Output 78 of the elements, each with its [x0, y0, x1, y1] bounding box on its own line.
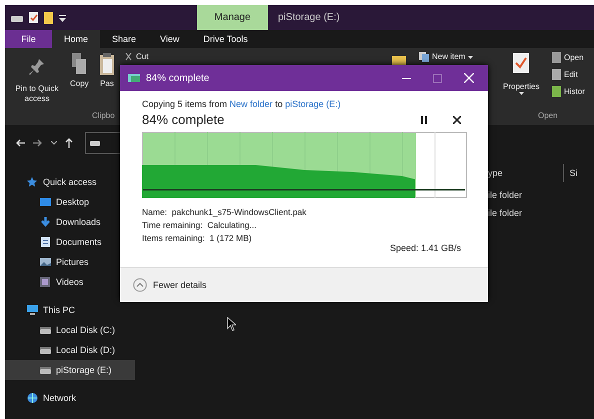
column-header[interactable]: ype [488, 168, 503, 178]
folder-icon[interactable] [44, 12, 53, 24]
paste-button[interactable]: Pas [100, 53, 114, 89]
cut-button[interactable]: Cut [125, 52, 148, 62]
properties-button[interactable]: Properties [503, 53, 540, 95]
window-title: piStorage (E:) [278, 12, 340, 23]
network-icon [27, 393, 38, 403]
video-icon [40, 277, 51, 287]
destination-link[interactable]: piStorage (E:) [285, 99, 341, 109]
download-icon [40, 217, 51, 227]
scissors-icon [125, 52, 132, 62]
desktop-icon [40, 197, 51, 207]
pin-icon [29, 58, 45, 76]
sidebar-item[interactable]: Local Disk (C:) [5, 320, 135, 340]
star-icon [27, 177, 38, 187]
pin-button[interactable]: Pin to Quick access [11, 58, 63, 104]
sidebar-item[interactable]: This PC [5, 300, 135, 320]
folder-icon [392, 56, 406, 66]
open-item-button[interactable]: Histor [552, 86, 585, 97]
chevron-up-icon [133, 278, 147, 292]
sidebar-item[interactable]: Downloads [5, 212, 135, 232]
file-menu-tab[interactable]: File [5, 30, 52, 48]
ribbon-tab[interactable]: Home [52, 30, 100, 48]
drive-icon [40, 345, 51, 355]
dialog-title: 84% complete [146, 72, 210, 84]
maximize-icon [433, 74, 442, 82]
up-icon[interactable] [65, 138, 73, 148]
picture-icon [40, 257, 51, 267]
sidebar-item[interactable]: Quick access [5, 172, 135, 192]
context-tab[interactable]: Manage [197, 5, 268, 30]
table-cell: ile folder [488, 190, 522, 200]
drive-icon [40, 325, 51, 335]
caret-icon [468, 56, 474, 58]
ribbon-tab[interactable]: View [148, 30, 192, 48]
group-label: Open [538, 111, 558, 120]
sidebar-item[interactable]: Network [5, 388, 135, 408]
ribbon-tab[interactable]: Drive Tools [191, 30, 260, 48]
copy-progress-icon [128, 74, 140, 82]
computer-icon [27, 305, 38, 315]
pause-icon[interactable] [421, 116, 427, 124]
sidebar-item[interactable]: Videos [5, 272, 135, 292]
progress-heading: 84% complete [142, 112, 226, 127]
dropdown-icon[interactable] [59, 14, 66, 22]
table-cell: ile folder [488, 208, 522, 218]
sidebar-item[interactable]: Local Disk (D:) [5, 340, 135, 360]
checklist-icon[interactable] [29, 12, 38, 23]
details-toggle[interactable]: Fewer details [133, 278, 207, 292]
source-link[interactable]: New folder [230, 99, 273, 109]
ribbon-tab[interactable]: Share [100, 30, 148, 48]
speed-label: Speed: 1.41 GB/s [390, 243, 462, 253]
chevron-down-icon[interactable] [51, 140, 57, 144]
document-icon [40, 237, 51, 247]
close-icon[interactable] [453, 116, 461, 124]
column-header[interactable]: Si [570, 168, 578, 178]
detail-line: Time remaining: Calculating... [142, 219, 258, 232]
group-label: Clipbo [92, 111, 115, 120]
clipboard-icon [100, 53, 114, 75]
back-icon[interactable] [15, 138, 25, 146]
open-item-button[interactable]: Open [552, 52, 584, 63]
drive-icon [40, 365, 51, 375]
properties-icon [513, 53, 530, 73]
sidebar-item[interactable]: piStorage (E:) [5, 360, 135, 380]
sidebar-item[interactable]: Pictures [5, 252, 135, 272]
mouse-cursor-icon [227, 317, 236, 331]
drive-icon [90, 140, 100, 146]
sidebar-item[interactable]: Documents [5, 232, 135, 252]
caret-icon [518, 92, 524, 95]
copy-button[interactable]: Copy [70, 53, 89, 89]
detail-line: Name: pakchunk1_s75-WindowsClient.pak [142, 206, 308, 219]
copy-summary: Copying 5 items from New folder to piStorage (E:) [142, 99, 342, 109]
sidebar-item[interactable]: Desktop [5, 192, 135, 212]
new-item-icon [419, 52, 429, 62]
detail-line: Items remaining: 1 (172 MB) [142, 232, 253, 245]
drive-icon[interactable] [11, 14, 23, 22]
open-item-button[interactable]: Edit [552, 69, 578, 80]
new-item-button[interactable]: New item [419, 52, 474, 62]
copy-icon [72, 53, 86, 75]
forward-icon[interactable] [33, 138, 43, 146]
